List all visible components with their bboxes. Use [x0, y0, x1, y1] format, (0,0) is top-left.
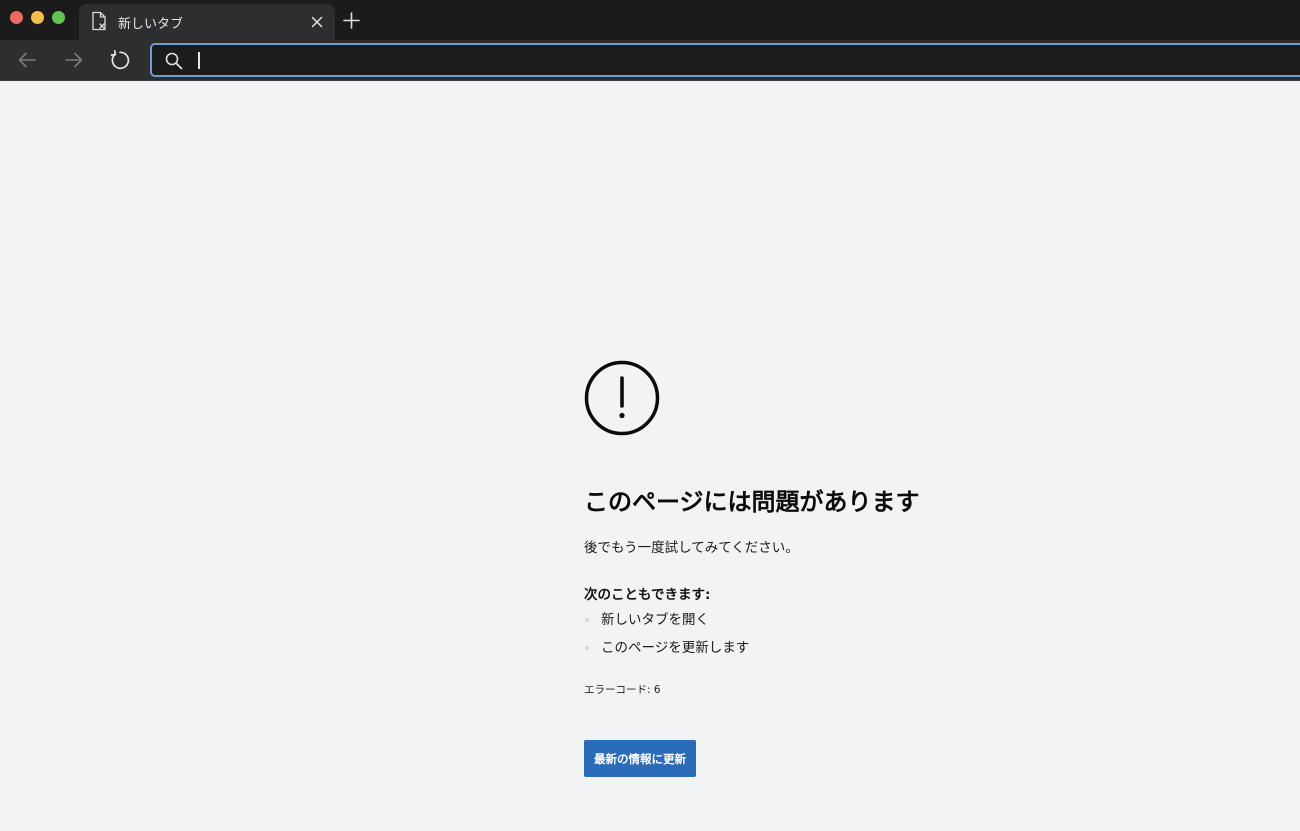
refresh-page-link[interactable]: このページを更新します: [601, 640, 749, 656]
search-icon: [164, 51, 184, 71]
list-item: 新しいタブを開く: [584, 610, 749, 638]
browser-toolbar: [0, 40, 1300, 81]
tab-title: 新しいタブ: [118, 17, 184, 32]
refresh-button[interactable]: 最新の情報に更新: [584, 740, 696, 777]
reload-button[interactable]: [108, 48, 132, 72]
options-list: 新しいタブを開く このページを更新します: [584, 610, 749, 666]
error-title: このページには問題があります: [584, 488, 920, 516]
close-window-button[interactable]: [10, 11, 23, 24]
minimize-window-button[interactable]: [31, 11, 44, 24]
open-new-tab-link[interactable]: 新しいタブを開く: [601, 612, 709, 628]
address-input[interactable]: [194, 48, 1278, 74]
forward-button[interactable]: [62, 48, 86, 72]
forward-arrow-icon: [65, 52, 83, 68]
plus-icon: [343, 12, 360, 29]
list-item: このページを更新します: [584, 638, 749, 666]
reload-icon: [110, 49, 130, 70]
tab-strip: 新しいタブ: [0, 0, 1300, 40]
list-bullet: [585, 618, 589, 622]
maximize-window-button[interactable]: [52, 11, 65, 24]
document-error-icon: [90, 11, 108, 31]
error-code: エラーコード: 6: [584, 684, 661, 696]
error-message: 後でもう一度試してみてください。: [584, 540, 799, 556]
new-tab-button[interactable]: [342, 11, 361, 30]
text-caret: [198, 52, 200, 69]
list-bullet: [585, 646, 589, 650]
options-heading: 次のこともできます:: [584, 587, 711, 603]
address-bar[interactable]: [150, 43, 1300, 77]
tab-active[interactable]: 新しいタブ: [79, 4, 335, 40]
exclamation-circle-icon: [584, 360, 660, 436]
back-arrow-icon: [18, 52, 36, 68]
close-icon[interactable]: [309, 14, 325, 30]
back-button[interactable]: [15, 48, 39, 72]
